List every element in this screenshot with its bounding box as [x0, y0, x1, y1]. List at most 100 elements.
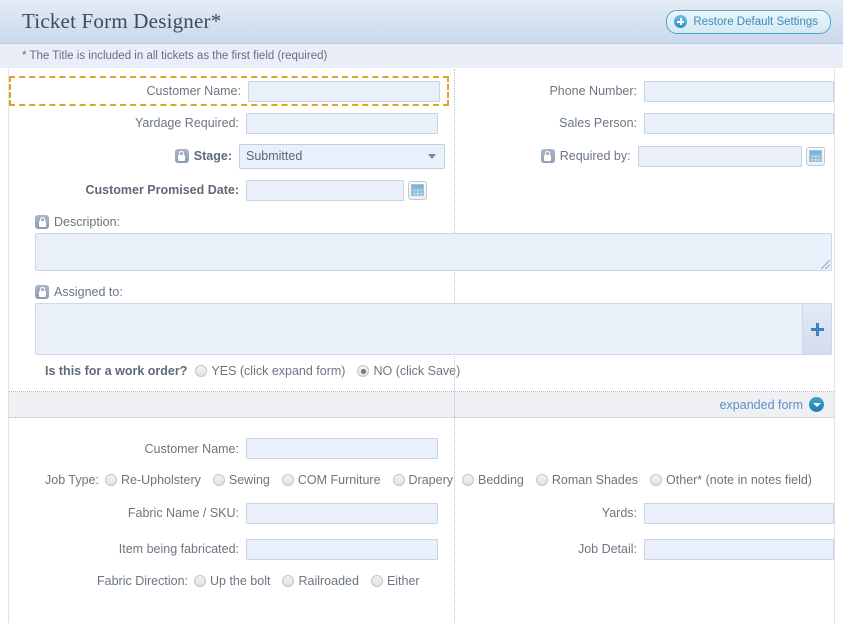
expanded-form-toggle[interactable]: expanded form: [9, 392, 834, 418]
yards-input[interactable]: [644, 503, 834, 524]
description-label: Description:: [54, 215, 120, 229]
expanded-row-customer-name: Customer Name:: [9, 432, 834, 465]
fabric-direction-group: Fabric Direction: Up the bolt Railroaded…: [9, 574, 450, 588]
promised-date-field-block[interactable]: Customer Promised Date:: [9, 180, 450, 201]
lock-icon: [175, 149, 189, 163]
fabric-direction-up-the-bolt-label: Up the bolt: [210, 574, 270, 588]
customer-name-label: Customer Name:: [11, 84, 248, 98]
fabric-direction-either-radio[interactable]: [371, 575, 383, 587]
work-order-no-radio[interactable]: [357, 365, 369, 377]
phone-number-label: Phone Number:: [457, 84, 644, 98]
resize-grip-icon[interactable]: [821, 260, 830, 269]
window-titlebar: Ticket Form Designer* Restore Default Se…: [0, 0, 843, 44]
lock-icon: [35, 215, 49, 229]
job-type-roman-shades-label: Roman Shades: [552, 473, 638, 487]
job-type-label: Job Type:: [45, 473, 105, 487]
sales-person-field-block[interactable]: Sales Person:: [449, 113, 834, 134]
job-type-re-upholstery-radio[interactable]: [105, 474, 117, 486]
work-order-radio-group: YES (click expand form) NO (click Save): [195, 364, 472, 378]
job-type-re-upholstery-label: Re-Upholstery: [121, 473, 201, 487]
job-type-bedding-radio[interactable]: [462, 474, 474, 486]
job-type-com-furniture-label: COM Furniture: [298, 473, 381, 487]
calendar-icon[interactable]: [408, 181, 427, 200]
customer-name-input[interactable]: [248, 81, 440, 102]
phone-number-input[interactable]: [644, 81, 834, 102]
plus-circle-icon: [674, 15, 687, 28]
add-assignee-button[interactable]: [802, 304, 831, 354]
sales-person-input[interactable]: [644, 113, 834, 134]
required-field-note: * The Title is included in all tickets a…: [0, 44, 843, 69]
job-detail-block[interactable]: Job Detail:: [449, 539, 834, 560]
yards-block[interactable]: Yards:: [449, 503, 834, 524]
form-row-stage: Stage: Submitted Required by:: [9, 139, 834, 173]
expanded-row-job-type: Job Type: Re-Upholstery Sewing COM Furni…: [9, 465, 834, 495]
fabric-name-block[interactable]: Fabric Name / SKU:: [9, 503, 449, 524]
lock-icon: [35, 285, 49, 299]
chevron-down-circle-icon: [809, 397, 824, 412]
expanded-form-label: expanded form: [720, 398, 803, 412]
expanded-row-fabric-direction: Fabric Direction: Up the bolt Railroaded…: [9, 567, 834, 595]
customer-promised-date-input[interactable]: [246, 180, 404, 201]
job-type-com-furniture-radio[interactable]: [282, 474, 294, 486]
lock-icon: [541, 149, 555, 163]
job-type-sewing-label: Sewing: [229, 473, 270, 487]
job-type-other-label: Other* (note in notes field): [666, 473, 812, 487]
job-type-left-group: Job Type: Re-Upholstery Sewing COM Furni…: [9, 473, 453, 487]
assigned-to-label: Assigned to:: [54, 285, 123, 299]
required-by-field-block[interactable]: Required by:: [450, 146, 834, 167]
fabric-name-input[interactable]: [246, 503, 438, 524]
expanded-customer-name-input[interactable]: [246, 438, 438, 459]
required-field-note-text: * The Title is included in all tickets a…: [22, 50, 327, 62]
job-type-other-radio[interactable]: [650, 474, 662, 486]
assigned-to-textarea[interactable]: [35, 303, 832, 355]
fabric-direction-railroaded-label: Railroaded: [298, 574, 358, 588]
yardage-required-label: Yardage Required:: [9, 116, 246, 130]
description-textarea[interactable]: [35, 233, 832, 271]
restore-default-settings-label: Restore Default Settings: [693, 16, 818, 28]
stage-select[interactable]: Submitted: [239, 144, 445, 169]
restore-default-settings-button[interactable]: Restore Default Settings: [666, 10, 831, 34]
page-title: Ticket Form Designer*: [22, 9, 221, 34]
item-fabricated-block[interactable]: Item being fabricated:: [9, 539, 449, 560]
required-by-input[interactable]: [638, 146, 802, 167]
item-fabricated-label: Item being fabricated:: [9, 542, 246, 556]
work-order-yes-label: YES (click expand form): [211, 364, 345, 378]
stage-field-block[interactable]: Stage: Submitted: [9, 144, 450, 169]
yardage-field-block[interactable]: Yardage Required:: [9, 113, 449, 134]
fabric-direction-label: Fabric Direction:: [97, 574, 194, 588]
customer-name-field-block[interactable]: Customer Name:: [9, 76, 449, 106]
job-type-drapery-label: Drapery: [409, 473, 453, 487]
job-type-right-group: Bedding Roman Shades Other* (note in not…: [453, 473, 834, 487]
work-order-yes-radio[interactable]: [195, 365, 207, 377]
expanded-customer-name-block[interactable]: Customer Name:: [9, 438, 450, 459]
job-type-bedding-label: Bedding: [478, 473, 524, 487]
sales-person-label: Sales Person:: [457, 116, 644, 130]
fabric-direction-up-the-bolt-radio[interactable]: [194, 575, 206, 587]
job-detail-label: Job Detail:: [457, 542, 644, 556]
expanded-customer-name-label: Customer Name:: [9, 442, 246, 456]
calendar-icon[interactable]: [806, 147, 825, 166]
fabric-direction-railroaded-radio[interactable]: [282, 575, 294, 587]
form-row-yardage: Yardage Required: Sales Person:: [9, 107, 834, 139]
stage-label: Stage:: [194, 149, 232, 163]
assigned-to-field-block[interactable]: Assigned to:: [9, 271, 834, 355]
expanded-row-fabric-name: Fabric Name / SKU: Yards:: [9, 495, 834, 531]
work-order-no-label: NO (click Save): [373, 364, 460, 378]
fabric-direction-either-label: Either: [387, 574, 420, 588]
job-type-roman-shades-radio[interactable]: [536, 474, 548, 486]
fabric-name-label: Fabric Name / SKU:: [9, 506, 246, 520]
stage-selected-value: Submitted: [246, 149, 302, 163]
work-order-question-row: Is this for a work order? YES (click exp…: [9, 355, 834, 387]
description-field-block[interactable]: Description:: [9, 207, 834, 271]
work-order-question-label: Is this for a work order?: [45, 364, 195, 378]
yardage-required-input[interactable]: [246, 113, 438, 134]
job-type-drapery-radio[interactable]: [393, 474, 405, 486]
form-designer-canvas: Customer Name: Phone Number: Yardage Req…: [8, 69, 835, 623]
job-type-sewing-radio[interactable]: [213, 474, 225, 486]
expanded-row-item-fabricated: Item being fabricated: Job Detail:: [9, 531, 834, 567]
expanded-form-body: Customer Name: Job Type: Re-Upholstery S…: [9, 418, 834, 595]
yards-label: Yards:: [457, 506, 644, 520]
job-detail-input[interactable]: [644, 539, 834, 560]
item-fabricated-input[interactable]: [246, 539, 438, 560]
phone-number-field-block[interactable]: Phone Number:: [449, 81, 834, 102]
